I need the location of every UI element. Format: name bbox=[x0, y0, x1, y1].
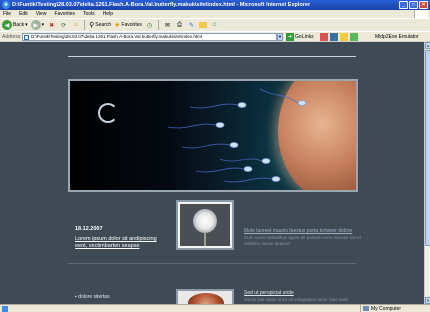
window-title: D:\Funtik\Testing\28.03.07\delta.1261.Fl… bbox=[12, 2, 311, 8]
address-bar: Address D:\Funtik\Testing\28.03.07\delta… bbox=[0, 31, 430, 41]
menu-tools[interactable]: Tools bbox=[83, 10, 95, 18]
scroll-thumb[interactable] bbox=[425, 50, 430, 246]
address-label: Address bbox=[2, 34, 21, 40]
mail-icon[interactable]: ✉ bbox=[163, 21, 172, 30]
vertical-scrollbar[interactable]: ▲ ▼ bbox=[424, 42, 430, 304]
stop-icon[interactable]: ✖ bbox=[47, 21, 56, 30]
zone-label: My Computer bbox=[371, 306, 402, 312]
search-button[interactable]: ⚲ Search bbox=[89, 21, 111, 29]
emulator-link[interactable]: Midp2Exe Emulator bbox=[375, 32, 419, 42]
close-button[interactable]: ✕ bbox=[419, 1, 428, 9]
go-label: Go bbox=[295, 34, 302, 40]
refresh-icon[interactable]: ⟳ bbox=[59, 21, 68, 30]
address-dropdown-button[interactable]: ▼ bbox=[277, 33, 283, 41]
security-zone: My Computer bbox=[360, 305, 430, 312]
address-value: D:\Funtik\Testing\28.03.07\delta.1261.Fl… bbox=[31, 34, 202, 39]
toolbar-separator bbox=[84, 20, 86, 30]
addon-icon[interactable] bbox=[320, 33, 328, 41]
blurb2-title-link[interactable]: Sed ut perspiciat unde bbox=[244, 290, 294, 296]
scroll-up-button[interactable]: ▲ bbox=[425, 42, 430, 49]
star-icon: ★ bbox=[114, 22, 121, 29]
post-title-link[interactable]: Lorem ipsum dolor sit andipiscing eent, … bbox=[75, 236, 165, 250]
menu-bar: File Edit View Favorites Tools Help bbox=[0, 10, 430, 18]
go-arrow-icon: ➜ bbox=[286, 33, 294, 41]
blurb2-text: omnis iste natus error sit voluptatem me… bbox=[244, 297, 348, 302]
page-viewport[interactable]: 18.12.2007 Lorem ipsum dolor sit andipis… bbox=[0, 42, 424, 304]
addon-icon[interactable] bbox=[330, 33, 338, 41]
menu-view[interactable]: View bbox=[36, 10, 47, 18]
sperm-illustration bbox=[167, 88, 307, 183]
windows-logo-icon bbox=[414, 10, 428, 18]
hero-banner-image bbox=[68, 79, 358, 192]
dandelion-stem bbox=[204, 232, 206, 246]
menu-edit[interactable]: Edit bbox=[19, 10, 28, 18]
toolbar-separator bbox=[157, 20, 159, 30]
print-icon[interactable]: ⎙ bbox=[175, 21, 184, 30]
messenger-icon[interactable]: ☺ bbox=[210, 21, 219, 30]
bullet-link[interactable]: ▪ dolore sitertas bbox=[75, 294, 110, 300]
addon-icon[interactable] bbox=[340, 33, 348, 41]
blurb-text: Cum soois natnatibus agnis de parture en… bbox=[244, 235, 361, 246]
portrait-thumbnail[interactable] bbox=[176, 289, 234, 304]
chevron-down-icon: ▾ bbox=[41, 22, 45, 28]
window-controls: _ □ ✕ bbox=[399, 1, 428, 9]
back-arrow-icon: ◀ bbox=[2, 20, 12, 30]
home-icon[interactable]: ⌂ bbox=[71, 21, 80, 30]
chevron-down-icon: ▾ bbox=[25, 22, 28, 28]
folder-icon[interactable] bbox=[198, 22, 207, 28]
favorites-label: Favorites bbox=[121, 22, 142, 28]
window-title-bar[interactable]: e D:\Funtik\Testing\28.03.07\delta.1261.… bbox=[0, 0, 430, 10]
internet-explorer-icon: e bbox=[2, 1, 10, 9]
header-divider bbox=[68, 56, 356, 57]
minimize-button[interactable]: _ bbox=[399, 1, 408, 9]
status-bar: My Computer bbox=[0, 304, 430, 312]
standard-toolbar: ◀ Back ▾ ▶ ▾ ✖ ⟳ ⌂ ⚲ Search ★ Favorites … bbox=[0, 18, 430, 31]
history-icon[interactable]: ◷ bbox=[145, 21, 154, 30]
go-button[interactable]: ➜ Go bbox=[286, 33, 302, 41]
favorites-button[interactable]: ★ Favorites bbox=[114, 21, 142, 29]
menu-file[interactable]: File bbox=[3, 10, 11, 18]
page-status-icon bbox=[2, 306, 8, 312]
portrait-image bbox=[188, 293, 224, 304]
search-icon: ⚲ bbox=[89, 22, 95, 29]
post-date: 18.12.2007 bbox=[75, 226, 103, 232]
back-button[interactable]: ◀ Back ▾ bbox=[2, 20, 28, 30]
blurb-title-link[interactable]: Mole laoreet mauris faestus porta tertan… bbox=[244, 228, 352, 234]
forward-button[interactable]: ▶ ▾ bbox=[30, 20, 45, 30]
links-button[interactable]: Links bbox=[302, 32, 314, 42]
maximize-button[interactable]: □ bbox=[409, 1, 418, 9]
section-divider bbox=[68, 263, 356, 264]
menu-favorites[interactable]: Favorites bbox=[54, 10, 75, 18]
computer-icon bbox=[363, 306, 369, 311]
addon-icon[interactable] bbox=[350, 33, 358, 41]
edit-icon[interactable]: ✎ bbox=[187, 21, 196, 30]
address-input[interactable]: D:\Funtik\Testing\28.03.07\delta.1261.Fl… bbox=[22, 33, 277, 41]
page-icon bbox=[24, 35, 29, 40]
menu-help[interactable]: Help bbox=[103, 10, 113, 18]
scroll-down-button[interactable]: ▼ bbox=[425, 297, 430, 304]
back-label: Back bbox=[13, 22, 25, 28]
thumbnail-image bbox=[180, 204, 230, 246]
search-label: Search bbox=[95, 22, 112, 28]
forward-arrow-icon: ▶ bbox=[30, 20, 41, 30]
dandelion-image bbox=[193, 209, 217, 233]
addon-icons bbox=[320, 33, 358, 41]
dandelion-thumbnail[interactable] bbox=[176, 200, 234, 250]
